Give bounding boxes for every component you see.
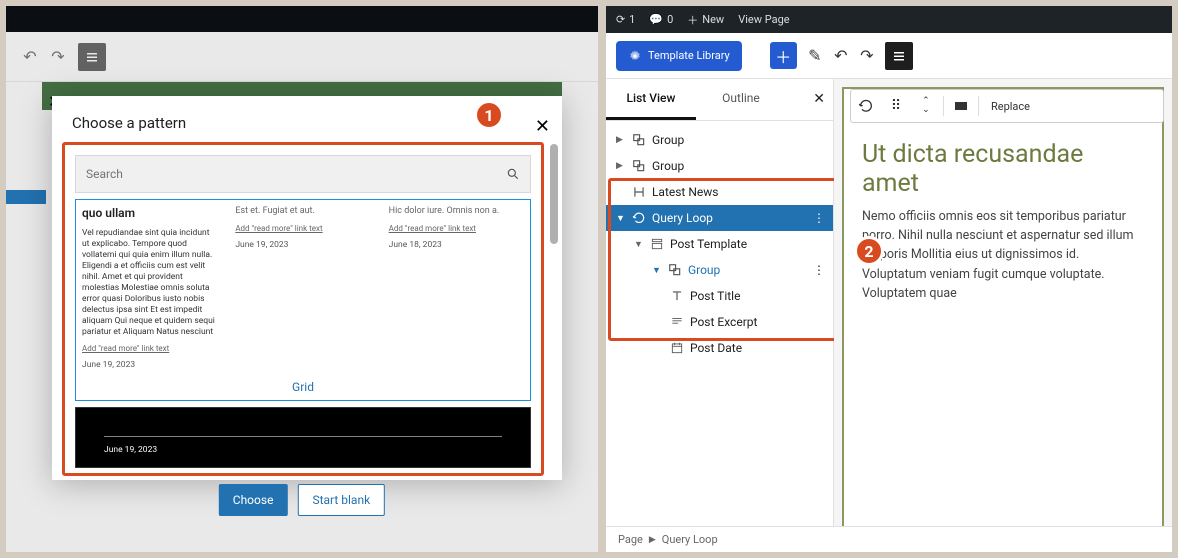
query-loop-block[interactable]: ⠿ ⌃⌄ Replace Ut dicta recusandae amet Ne… bbox=[842, 87, 1164, 544]
read-more-link[interactable]: Add "read more" link text bbox=[235, 224, 322, 234]
post-excerpt: Hic dolor iure. Omnis non a. bbox=[389, 206, 524, 218]
tree-node-latest[interactable]: Latest News bbox=[606, 179, 833, 205]
read-more-link[interactable]: Add "read more" link text bbox=[389, 224, 476, 234]
search-input[interactable] bbox=[75, 155, 531, 193]
more-icon[interactable]: ⋮ bbox=[813, 263, 825, 277]
accent-bar bbox=[6, 190, 46, 204]
block-toolbar: ⠿ ⌃⌄ Replace bbox=[850, 89, 1164, 123]
close-icon[interactable]: ✕ bbox=[535, 116, 550, 137]
group-icon bbox=[632, 159, 646, 173]
view-page-link[interactable]: View Page bbox=[738, 13, 789, 26]
grid-col: Est et. Fugiat et aut. Add "read more" l… bbox=[235, 206, 370, 372]
scrollbar[interactable] bbox=[550, 144, 558, 472]
listview-icon[interactable] bbox=[885, 42, 913, 70]
choose-button[interactable]: Choose bbox=[219, 484, 288, 516]
template-library-button[interactable]: Template Library bbox=[616, 41, 742, 71]
template-library-label: Template Library bbox=[648, 49, 730, 62]
post-date: June 19, 2023 bbox=[104, 445, 502, 455]
redo-icon[interactable]: ↷ bbox=[859, 48, 875, 64]
block-tree: ▶Group ▶Group Latest News ▼Query Loop⋮ ▼… bbox=[606, 121, 833, 367]
edit-icon[interactable]: ✎ bbox=[807, 48, 823, 64]
undo-icon[interactable]: ↶ bbox=[833, 48, 849, 64]
updates-icon[interactable]: ⟳ 1 bbox=[616, 13, 635, 26]
new-button[interactable]: ＋ New bbox=[687, 12, 724, 28]
tree-node-group[interactable]: ▶Group bbox=[606, 127, 833, 153]
breadcrumb-page[interactable]: Page bbox=[618, 533, 643, 546]
more-icon[interactable]: ⋮ bbox=[813, 211, 825, 225]
editor-canvas[interactable]: ⠿ ⌃⌄ Replace Ut dicta recusandae amet Ne… bbox=[834, 79, 1172, 552]
tree-node-post-template[interactable]: ▼Post Template bbox=[606, 231, 833, 257]
breadcrumb-query-loop[interactable]: Query Loop bbox=[662, 533, 718, 546]
heading-icon bbox=[632, 185, 646, 199]
list-view-panel: List View Outline ✕ ▶Group ▶Group Latest… bbox=[606, 79, 834, 552]
post-title: quo ullam bbox=[82, 206, 217, 222]
tree-node-post-excerpt[interactable]: Post Excerpt bbox=[606, 309, 833, 335]
close-icon[interactable]: ✕ bbox=[813, 91, 825, 107]
read-more-link[interactable]: Add "read more" link text bbox=[82, 344, 169, 354]
tab-outline[interactable]: Outline bbox=[696, 79, 786, 120]
loop-icon[interactable] bbox=[851, 91, 881, 121]
excerpt-icon bbox=[670, 315, 684, 329]
tab-list-view[interactable]: List View bbox=[606, 79, 696, 120]
post-date: June 18, 2023 bbox=[389, 240, 524, 251]
start-blank-button[interactable]: Start blank bbox=[297, 484, 385, 516]
left-screenshot: ↶ ↷ ✕ Choose a pattern ✕ quo ullam Vel r… bbox=[6, 6, 598, 552]
title-icon bbox=[670, 289, 684, 303]
pattern-grid[interactable]: quo ullam Vel repudiandae sint quia inci… bbox=[75, 199, 531, 401]
align-icon[interactable] bbox=[946, 91, 976, 121]
tree-node-group[interactable]: ▶Group bbox=[606, 153, 833, 179]
tree-node-query-loop[interactable]: ▼Query Loop⋮ bbox=[606, 205, 833, 231]
tree-node-post-title[interactable]: Post Title bbox=[606, 283, 833, 309]
group-icon bbox=[632, 133, 646, 147]
post-date: June 19, 2023 bbox=[235, 240, 370, 251]
annotation-badge: 2 bbox=[854, 236, 884, 266]
replace-button[interactable]: Replace bbox=[981, 100, 1040, 113]
post-date: June 19, 2023 bbox=[82, 360, 217, 371]
search-icon bbox=[506, 167, 520, 181]
pattern-modal: Choose a pattern ✕ quo ullam Vel repudia… bbox=[52, 96, 562, 480]
move-icon[interactable]: ⌃⌄ bbox=[911, 91, 941, 121]
breadcrumb: Page ▶ Query Loop bbox=[606, 526, 1172, 552]
post-excerpt: Vel repudiandae sint quia incidunt ut ex… bbox=[82, 228, 217, 338]
post-excerpt: Est et. Fugiat et aut. bbox=[235, 206, 370, 218]
right-screenshot: ⟳ 1 💬 0 ＋ New View Page Template Library… bbox=[606, 6, 1172, 552]
grid-col: Hic dolor iure. Omnis non a. Add "read m… bbox=[389, 206, 524, 372]
grid-col: quo ullam Vel repudiandae sint quia inci… bbox=[82, 206, 217, 372]
admin-bar bbox=[6, 6, 598, 32]
pattern-dark[interactable]: June 19, 2023 bbox=[75, 407, 531, 468]
add-block-button[interactable]: ＋ bbox=[770, 42, 797, 69]
loop-icon bbox=[632, 211, 646, 225]
admin-bar: ⟳ 1 💬 0 ＋ New View Page bbox=[606, 6, 1172, 33]
modal-highlight: quo ullam Vel repudiandae sint quia inci… bbox=[62, 142, 544, 476]
template-icon bbox=[650, 237, 664, 251]
group-icon bbox=[668, 263, 682, 277]
search-field[interactable] bbox=[86, 167, 506, 181]
tree-node-post-date[interactable]: Post Date bbox=[606, 335, 833, 361]
editor-toolbar: Template Library ＋ ✎ ↶ ↷ bbox=[606, 33, 1172, 79]
pattern-label: Grid bbox=[82, 372, 524, 394]
tree-node-group[interactable]: ▼Group⋮ bbox=[606, 257, 833, 283]
gear-icon bbox=[628, 49, 642, 63]
date-icon bbox=[670, 341, 684, 355]
annotation-badge: 1 bbox=[474, 100, 504, 130]
drag-icon[interactable]: ⠿ bbox=[881, 91, 911, 121]
comments-icon[interactable]: 💬 0 bbox=[649, 13, 673, 26]
post-excerpt[interactable]: Nemo officiis omnis eos sit temporibus p… bbox=[844, 207, 1162, 304]
